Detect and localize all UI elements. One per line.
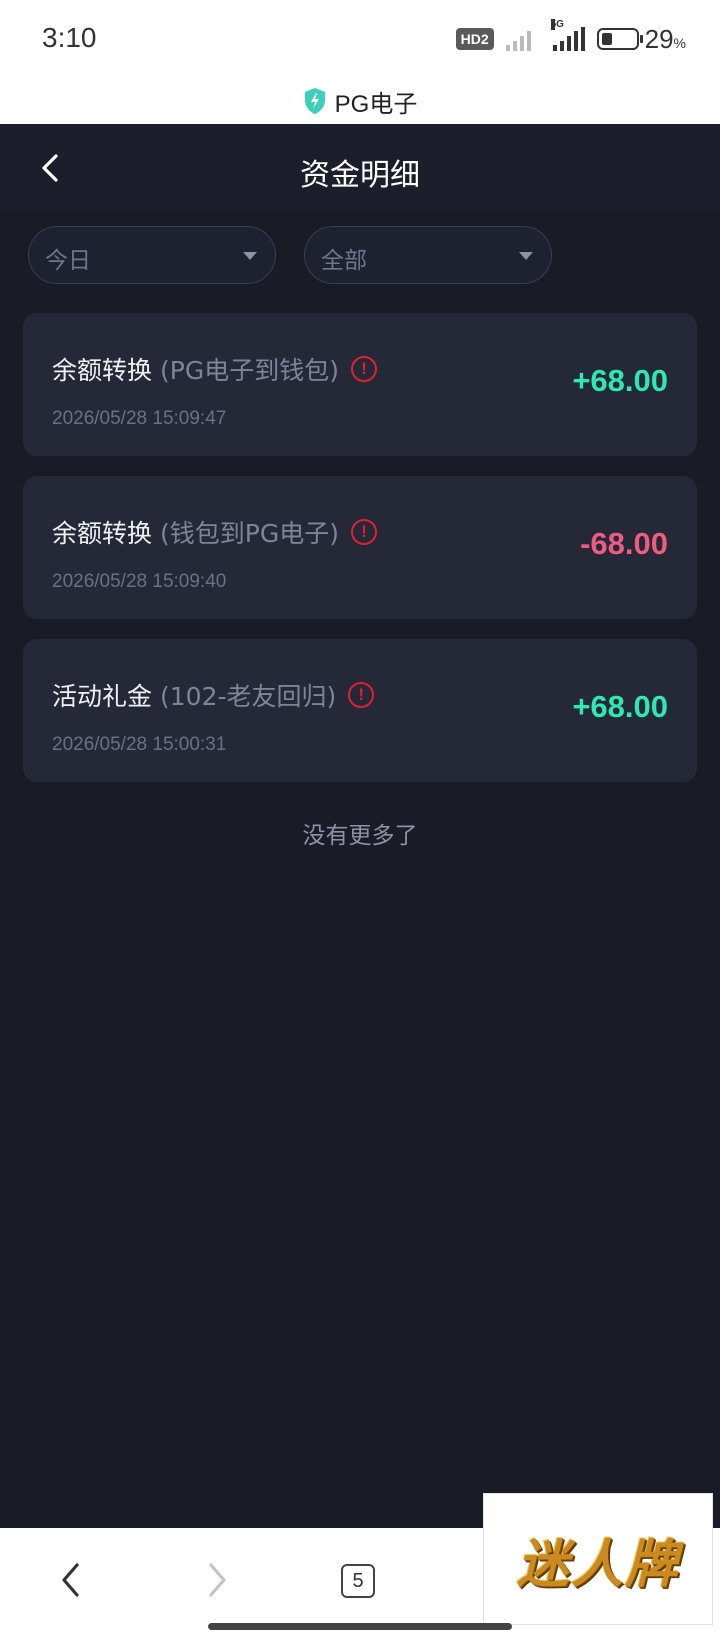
signal-weak-icon [505,27,531,51]
info-alert-icon[interactable]: ! [350,519,377,545]
transaction-type: 余额转换 [52,519,153,548]
caret-down-icon [243,252,257,260]
info-alert-icon[interactable]: ! [348,682,375,708]
network-tag: 5G [550,19,564,30]
watermark-logo: 迷人牌 [483,1493,713,1625]
transaction-detail: (102-老友回归) [160,682,337,711]
transaction-amount: +68.00 [572,689,668,724]
transaction-title: 活动礼金 (102-老友回归) ! [52,677,375,713]
date-filter-dropdown[interactable]: 今日 [28,226,276,284]
type-filter-label: 全部 [321,248,367,274]
transaction-title: 余额转换 (PG电子到钱包) ! [52,351,377,387]
date-filter-label: 今日 [45,248,91,274]
type-filter-dropdown[interactable]: 全部 [304,226,552,284]
home-indicator[interactable] [208,1623,512,1630]
transaction-amount: -68.00 [580,526,668,561]
transaction-amount: +68.00 [572,363,668,398]
app-header: 资金明细 [0,124,720,212]
transaction-title: 余额转换 (钱包到PG电子) ! [52,514,377,550]
site-bar: PG电子 [0,78,720,124]
caret-down-icon [519,252,533,260]
shield-bolt-icon [304,88,325,114]
chevron-right-icon [209,1563,226,1597]
hd-badge: HD2 [455,28,494,50]
page-title: 资金明细 [300,158,420,193]
battery-indicator: 29% [596,23,686,55]
signal-5g-icon: 5G [550,19,585,51]
transaction-type: 活动礼金 [52,682,153,711]
list-end-message: 没有更多了 [302,823,418,849]
browser-forward-button[interactable] [188,1550,248,1610]
tab-count-button[interactable]: 5 [341,1564,375,1598]
status-bar: 3:10 HD2 5G 29% [0,0,720,78]
transaction-card[interactable]: 余额转换 (钱包到PG电子) ! 2026/05/28 15:09:40 -68… [23,476,697,619]
info-alert-icon[interactable]: ! [350,356,377,382]
transaction-time: 2026/05/28 15:09:40 [52,571,227,592]
transaction-type: 余额转换 [52,356,153,385]
status-time: 3:10 [42,22,97,53]
status-icons: HD2 5G 29% [455,19,686,56]
site-title: PG电子 [334,90,418,118]
battery-fill [601,33,613,45]
transaction-detail: (钱包到PG电子) [160,519,339,548]
chevron-left-icon [62,1563,79,1597]
watermark-text: 迷人牌 [516,1533,679,1595]
battery-icon [596,28,643,50]
battery-percent: 29% [644,23,686,54]
transaction-time: 2026/05/28 15:00:31 [52,734,227,755]
transaction-card[interactable]: 余额转换 (PG电子到钱包) ! 2026/05/28 15:09:47 +68… [23,313,697,456]
transaction-card[interactable]: 活动礼金 (102-老友回归) ! 2026/05/28 15:00:31 +6… [23,639,697,782]
transaction-time: 2026/05/28 15:09:47 [52,408,227,429]
transaction-detail: (PG电子到钱包) [160,356,339,385]
transaction-list: 余额转换 (PG电子到钱包) ! 2026/05/28 15:09:47 +68… [23,313,697,802]
browser-back-button[interactable] [40,1550,100,1610]
